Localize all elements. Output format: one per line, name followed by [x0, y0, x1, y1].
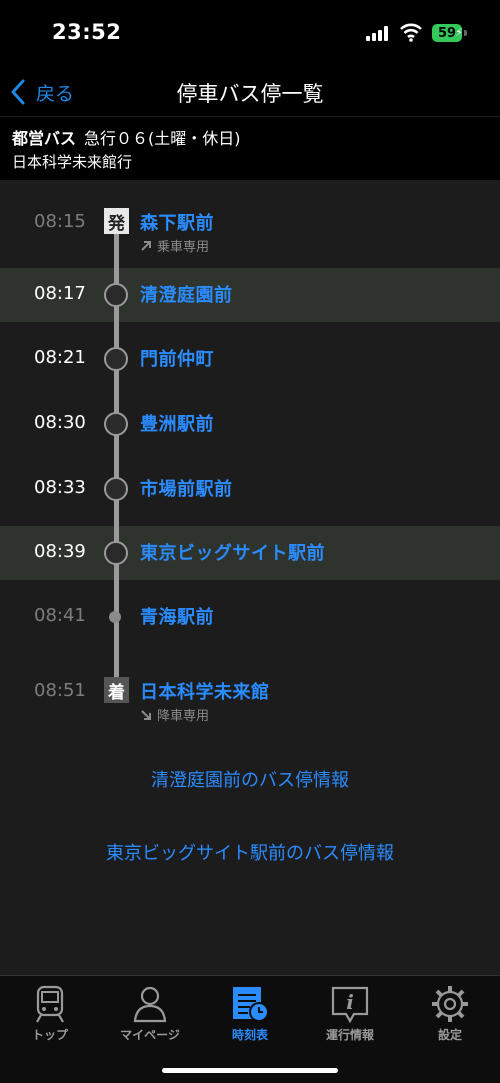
- stop-time: 08:17: [34, 283, 86, 304]
- arrow-down-right-icon: [141, 709, 151, 720]
- train-icon: [36, 985, 64, 1023]
- stop-timeline: 08:15 発 森下駅前 乗車専用 08:17 清澄庭園前 08:21 門前仲町…: [0, 180, 500, 975]
- arrival-badge: 着: [104, 677, 129, 703]
- stop-row: 08:33 市場前駅前: [0, 462, 500, 516]
- tab-top[interactable]: トップ: [0, 980, 100, 1050]
- tab-label: 設定: [437, 1028, 462, 1042]
- person-icon: [133, 986, 167, 1023]
- tab-label: トップ: [31, 1028, 68, 1042]
- stop-info-link-2[interactable]: 東京ビッグサイト駅前のバス停情報: [0, 839, 500, 865]
- stop-time: 08:30: [34, 412, 86, 433]
- alighting-only-note: 降車専用: [140, 705, 209, 724]
- route-operator: 都営バス: [12, 129, 77, 148]
- tab-bar: トップ マイページ 時刻表 i 運行情報 設定: [0, 975, 500, 1083]
- boarding-only-note: 乗車専用: [140, 236, 209, 255]
- battery-level: 59: [437, 25, 457, 41]
- stop-node: [104, 347, 128, 371]
- route-line: 都営バス 急行０６(土曜・休日): [12, 125, 241, 149]
- stop-name[interactable]: 市場前駅前: [140, 475, 233, 501]
- stop-node: [104, 283, 128, 307]
- charging-bolt-icon: ⚡: [455, 26, 463, 39]
- stop-name[interactable]: 東京ビッグサイト駅前: [140, 539, 325, 565]
- tab-label: マイページ: [120, 1028, 180, 1042]
- tab-service-info[interactable]: i 運行情報: [300, 980, 400, 1050]
- stop-row: 08:39 東京ビッグサイト駅前: [0, 526, 500, 580]
- wifi-icon: [400, 23, 422, 42]
- stop-time: 08:41: [34, 605, 86, 626]
- tab-mypage[interactable]: マイページ: [100, 980, 200, 1050]
- stop-row: 08:30 豊洲駅前: [0, 397, 500, 451]
- cellular-signal-icon: [366, 25, 392, 41]
- stop-info-link-1[interactable]: 清澄庭園前のバス停情報: [0, 766, 500, 792]
- battery-cap: [464, 30, 467, 36]
- svg-text:i: i: [346, 990, 354, 1014]
- stop-time: 08:21: [34, 347, 86, 368]
- stop-time: 08:51: [34, 680, 86, 701]
- stop-node: [104, 477, 128, 501]
- stop-row: 08:21 門前仲町: [0, 332, 500, 386]
- route-destination: 日本科学未来館行: [12, 153, 133, 171]
- stop-name[interactable]: 青海駅前: [140, 603, 214, 629]
- stop-row: 08:41 青海駅前: [0, 590, 500, 644]
- stop-name[interactable]: 日本科学未来館: [140, 678, 270, 704]
- alighting-only-label: 降車専用: [157, 709, 210, 724]
- info-icon: i: [331, 986, 369, 1024]
- stop-name[interactable]: 豊洲駅前: [140, 410, 214, 436]
- page-title: 停車バス停一覧: [176, 82, 324, 106]
- stop-node: [104, 541, 128, 565]
- stop-row: 08:17 清澄庭園前: [0, 268, 500, 322]
- tab-label: 時刻表: [231, 1028, 268, 1042]
- route-name: 急行０６(土曜・休日): [84, 129, 241, 148]
- stop-node: [104, 412, 128, 436]
- status-bar: 23:52 59 ⚡: [0, 0, 500, 68]
- timetable-icon: [233, 987, 269, 1022]
- battery-icon: 59 ⚡: [432, 24, 463, 42]
- stop-row: 08:51 着 日本科学未来館 降車専用: [0, 665, 500, 724]
- tab-settings[interactable]: 設定: [400, 980, 500, 1050]
- route-header: 都営バス 急行０６(土曜・休日) 日本科学未来館行: [0, 117, 500, 179]
- stop-name[interactable]: 清澄庭園前: [140, 281, 233, 307]
- stop-row: 08:15 発 森下駅前 乗車専用: [0, 196, 500, 255]
- stop-node-small: [109, 611, 121, 623]
- departure-badge: 発: [104, 208, 129, 234]
- tab-timetable[interactable]: 時刻表: [200, 980, 300, 1050]
- status-time: 23:52: [52, 20, 122, 44]
- stop-name[interactable]: 森下駅前: [140, 209, 214, 235]
- boarding-only-label: 乗車専用: [157, 240, 210, 255]
- stop-name[interactable]: 門前仲町: [140, 345, 214, 371]
- navigation-bar: 戻る 停車バス停一覧: [0, 68, 500, 117]
- tab-label: 運行情報: [325, 1028, 374, 1042]
- arrow-up-right-icon: [141, 240, 151, 251]
- home-indicator: [162, 1068, 338, 1073]
- gear-icon: [432, 986, 468, 1022]
- stop-time: 08:15: [34, 211, 86, 232]
- stop-time: 08:39: [34, 541, 86, 562]
- stop-time: 08:33: [34, 477, 86, 498]
